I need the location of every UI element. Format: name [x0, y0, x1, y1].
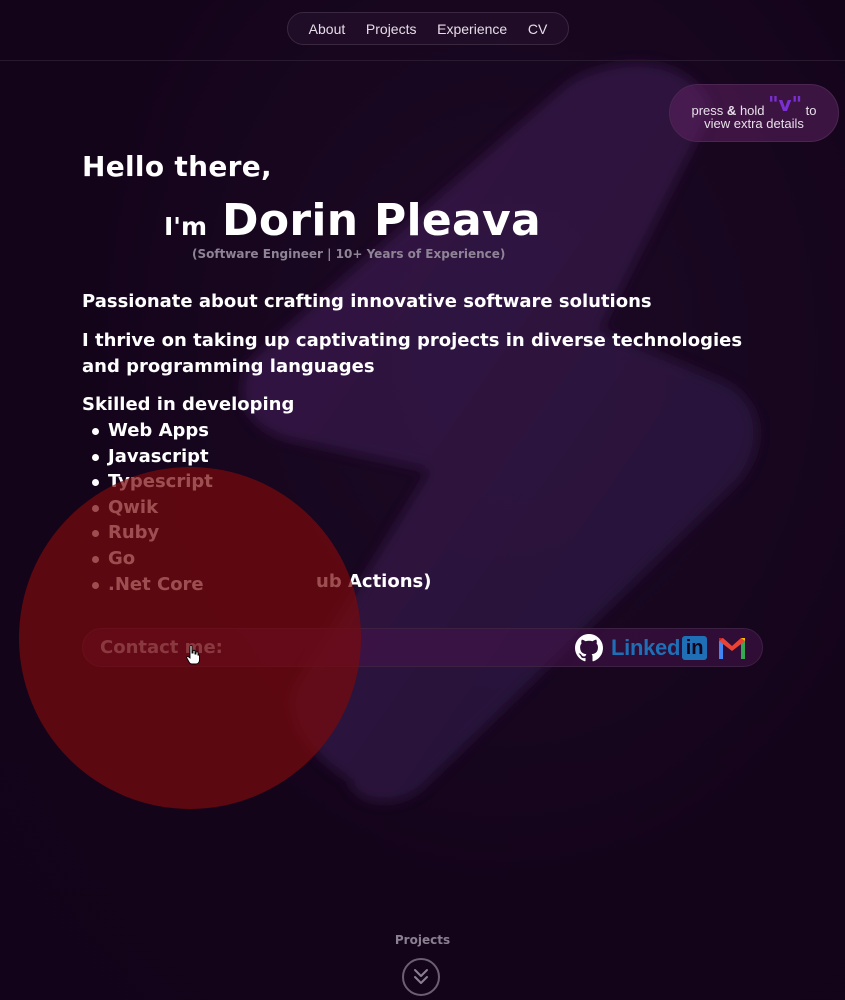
nav-experience[interactable]: Experience	[437, 21, 507, 37]
person-subtitle: (Software Engineer | 10+ Years of Experi…	[192, 247, 506, 261]
hint-line2: view extra details	[704, 116, 804, 131]
skill-item: Go	[92, 546, 213, 572]
nav-divider	[0, 60, 845, 61]
nav-cv[interactable]: CV	[528, 21, 547, 37]
skills-list: Web Apps Javascript Typescript Qwik Ruby…	[92, 418, 213, 598]
github-icon[interactable]	[575, 634, 603, 662]
im-label: I'm	[164, 212, 208, 241]
nav-projects[interactable]: Projects	[366, 21, 417, 37]
contact-label: Contact me:	[100, 637, 223, 658]
skills-heading: Skilled in developing	[82, 394, 295, 415]
contact-bar: Contact me: Linked in	[82, 628, 763, 667]
top-nav: About Projects Experience CV	[287, 12, 569, 45]
intro-line-1: Passionate about crafting innovative sof…	[82, 291, 652, 312]
person-name: Dorin Pleava	[222, 195, 542, 246]
chevron-double-down-icon	[414, 969, 428, 984]
intro-line-2: I thrive on taking up captivating projec…	[82, 330, 743, 377]
nav-about[interactable]: About	[309, 21, 346, 37]
scroll-down-button[interactable]	[402, 958, 440, 996]
skill-item: Web Apps	[92, 418, 213, 444]
skill-item: Ruby	[92, 520, 213, 546]
skill-item: Typescript	[92, 469, 213, 495]
next-section-label: Projects	[394, 933, 451, 947]
skill-item: .Net Core	[92, 572, 213, 598]
skill-item: Javascript	[92, 444, 213, 470]
linkedin-text: Linked	[611, 635, 681, 660]
skill-item-tail: ub Actions)	[316, 571, 432, 592]
gmail-icon[interactable]	[717, 635, 747, 661]
greeting: Hello there,	[82, 150, 272, 183]
linkedin-box: in	[682, 636, 708, 660]
extra-details-hint: press & hold "v" to view extra details	[669, 84, 839, 142]
page: About Projects Experience CV press & hol…	[0, 0, 845, 1000]
hint-key: "v"	[768, 92, 803, 116]
linkedin-icon[interactable]: Linked in	[611, 634, 708, 662]
skill-item: Qwik	[92, 495, 213, 521]
hand-cursor-icon	[186, 645, 200, 665]
